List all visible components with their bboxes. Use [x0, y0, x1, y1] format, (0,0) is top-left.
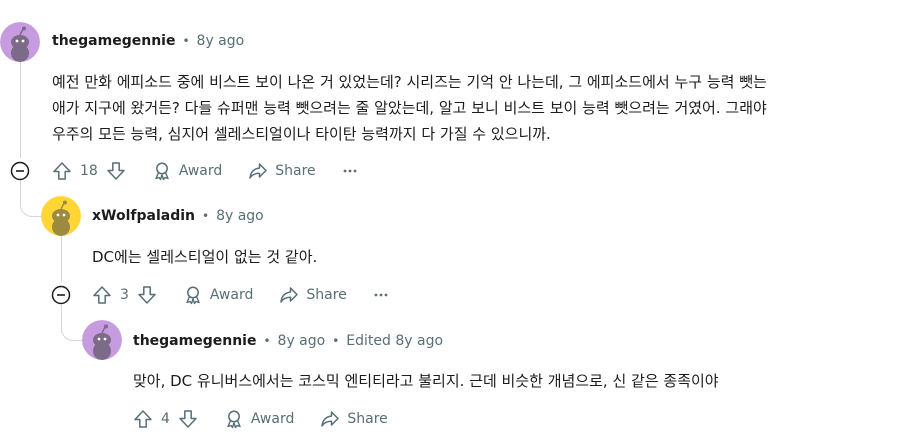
- separator-dot: •: [263, 334, 271, 348]
- author-name[interactable]: thegamegennie: [133, 333, 256, 349]
- award-icon: [155, 162, 169, 181]
- award-button[interactable]: Award: [152, 161, 222, 181]
- upvote-icon[interactable]: [52, 161, 72, 181]
- share-button[interactable]: Share: [279, 285, 347, 305]
- share-icon: [280, 287, 299, 303]
- downvote-icon[interactable]: [178, 409, 198, 429]
- timestamp[interactable]: 8y ago: [197, 33, 245, 49]
- upvote-icon[interactable]: [133, 409, 153, 429]
- share-label: Share: [347, 411, 388, 427]
- award-icon: [227, 410, 241, 429]
- collapse-thread-icon[interactable]: [10, 161, 30, 181]
- comment-body: 예전 만화 에피소드 중에 비스트 보이 나온 거 있었는데? 시리즈는 기억 …: [52, 69, 767, 147]
- more-options-icon[interactable]: [373, 285, 389, 305]
- separator-dot: •: [201, 209, 210, 223]
- comment-meta: xWolfpaladin • 8y ago: [92, 208, 264, 224]
- award-label: Award: [250, 411, 295, 427]
- collapse-thread-icon[interactable]: [51, 285, 71, 305]
- share-label: Share: [306, 287, 347, 303]
- comment-actions: 4 Award Share: [133, 405, 388, 433]
- award-label: Award: [178, 163, 223, 179]
- thread-line-2: [61, 236, 62, 282]
- share-icon: [321, 411, 340, 427]
- comment-actions: 18 Award Share: [52, 157, 358, 185]
- more-options-icon[interactable]: [342, 161, 358, 181]
- share-button[interactable]: Share: [320, 409, 388, 429]
- upvote-icon[interactable]: [92, 285, 112, 305]
- separator-dot: •: [182, 34, 190, 48]
- comment-body: DC에는 셀레스티얼이 없는 것 같아.: [92, 244, 317, 270]
- comment-line: 예전 만화 에피소드 중에 비스트 보이 나온 거 있었는데? 시리즈는 기억 …: [52, 73, 767, 91]
- comment-line: 맞아, DC 유니버스에서는 코스믹 엔티티라고 불리지. 근데 비슷한 개념으…: [133, 372, 719, 390]
- comment-line: 애가 지구에 왔거든? 다들 슈퍼맨 능력 뺏으려는 줄 알았는데, 알고 보니…: [52, 99, 767, 117]
- downvote-icon[interactable]: [106, 161, 126, 181]
- snoo-icon: [82, 320, 122, 360]
- comment-actions: 3 Award Share: [92, 281, 389, 309]
- comment-line: DC에는 셀레스티얼이 없는 것 같아.: [92, 248, 318, 266]
- snoo-icon: [41, 196, 81, 236]
- avatar[interactable]: [0, 22, 40, 62]
- share-icon: [249, 163, 268, 179]
- snoo-icon: [0, 22, 40, 62]
- edited-label: Edited 8y ago: [346, 333, 444, 349]
- timestamp[interactable]: 8y ago: [216, 208, 264, 224]
- thread-line-1: [20, 60, 21, 158]
- comment-line: 우주의 모든 능력, 심지어 셀레스티얼이나 타이탄 능력까지 다 가질 수 있…: [52, 125, 551, 143]
- comment-body: 맞아, DC 유니버스에서는 코스믹 엔티티라고 불리지. 근데 비슷한 개념으…: [133, 368, 719, 394]
- vote-count: 3: [120, 287, 129, 303]
- separator-dot: •: [332, 334, 340, 348]
- author-name[interactable]: thegamegennie: [52, 33, 175, 49]
- thread-connector-1: [20, 181, 42, 217]
- timestamp[interactable]: 8y ago: [278, 333, 326, 349]
- avatar[interactable]: [82, 320, 122, 360]
- comment-meta: thegamegennie • 8y ago • Edited 8y ago: [133, 333, 443, 349]
- award-button[interactable]: Award: [183, 285, 253, 305]
- thread-connector-2: [61, 305, 83, 341]
- vote-count: 4: [161, 411, 170, 427]
- award-icon: [186, 286, 200, 305]
- author-name[interactable]: xWolfpaladin: [92, 208, 195, 224]
- comment-meta: thegamegennie • 8y ago: [52, 33, 244, 49]
- downvote-icon[interactable]: [137, 285, 157, 305]
- award-label: Award: [209, 287, 254, 303]
- share-button[interactable]: Share: [248, 161, 316, 181]
- share-label: Share: [275, 163, 316, 179]
- award-button[interactable]: Award: [224, 409, 294, 429]
- avatar[interactable]: [41, 196, 81, 236]
- vote-count: 18: [80, 163, 98, 179]
